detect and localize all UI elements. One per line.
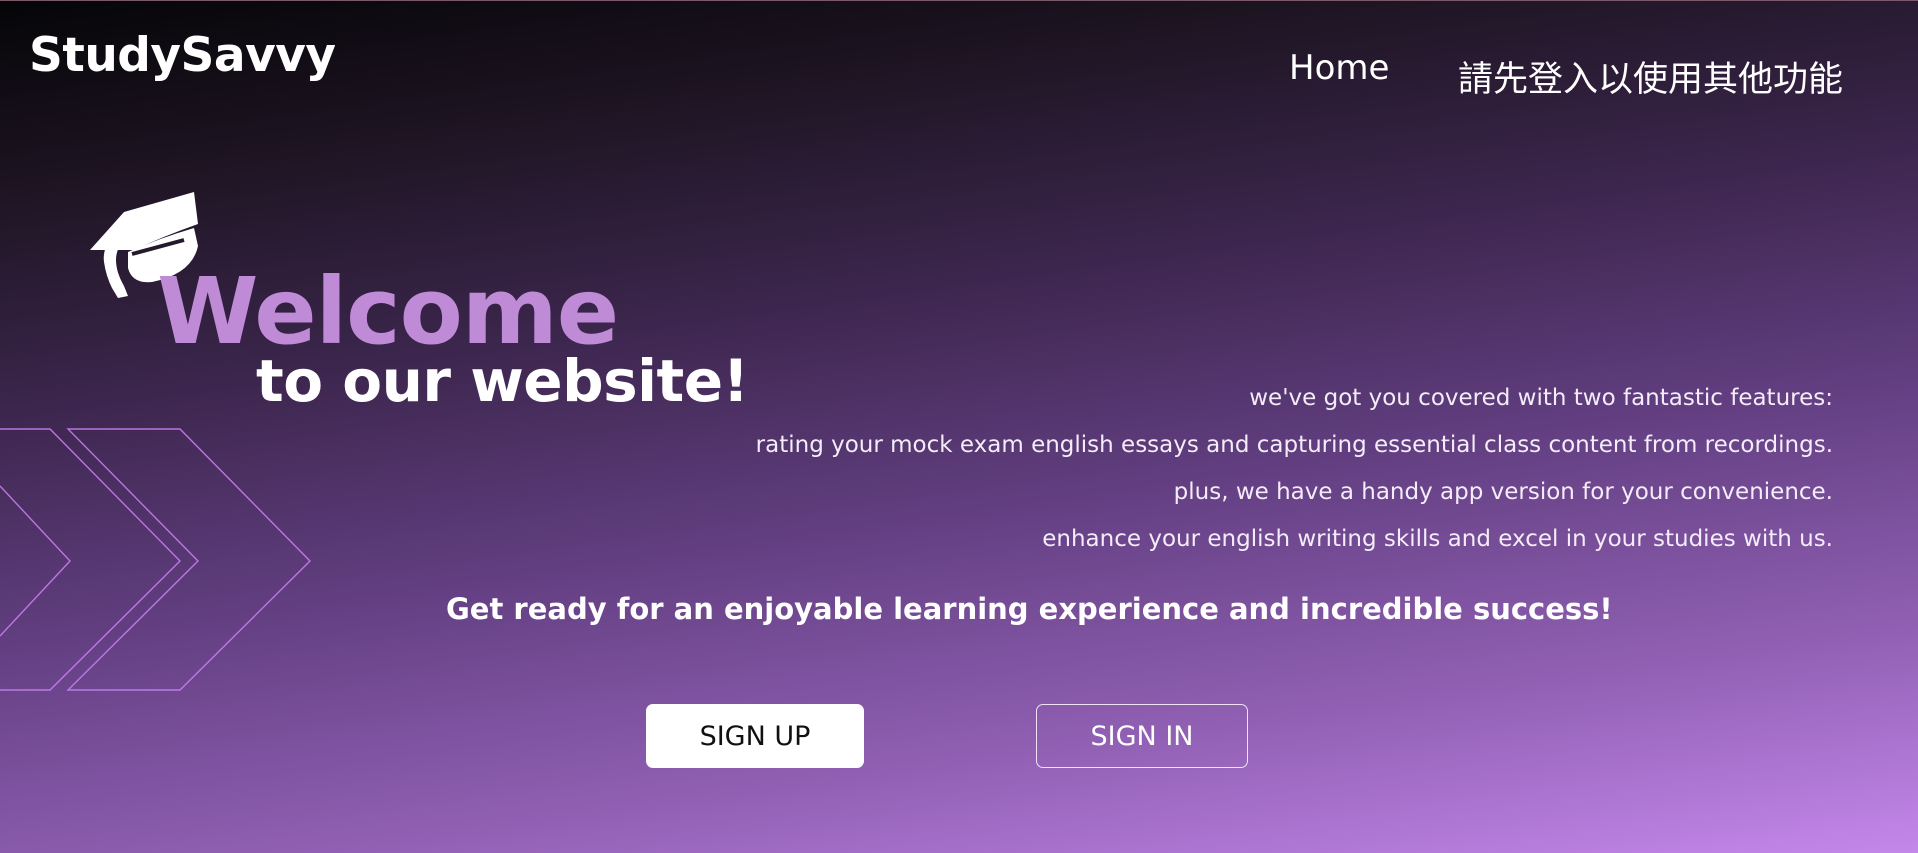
main-nav: Home 請先登入以使用其他功能 bbox=[0, 48, 1918, 100]
chevron-outline-icon bbox=[0, 428, 311, 691]
nav-home-link[interactable]: Home bbox=[1289, 48, 1389, 88]
feature-line: we've got you covered with two fantastic… bbox=[1249, 385, 1833, 411]
feature-list: we've got you covered with two fantastic… bbox=[633, 375, 1833, 563]
sign-up-button[interactable]: SIGN UP bbox=[646, 704, 864, 768]
sign-in-button[interactable]: SIGN IN bbox=[1036, 704, 1248, 768]
feature-line: enhance your english writing skills and … bbox=[1042, 526, 1833, 552]
tagline: Get ready for an enjoyable learning expe… bbox=[446, 592, 1613, 626]
feature-line: plus, we have a handy app version for yo… bbox=[1173, 479, 1833, 505]
top-border bbox=[0, 0, 1918, 1]
nav-login-notice-link[interactable]: 請先登入以使用其他功能 bbox=[1458, 51, 1843, 102]
welcome-heading: Welcome bbox=[157, 258, 619, 365]
feature-line: rating your mock exam english essays and… bbox=[755, 432, 1833, 458]
